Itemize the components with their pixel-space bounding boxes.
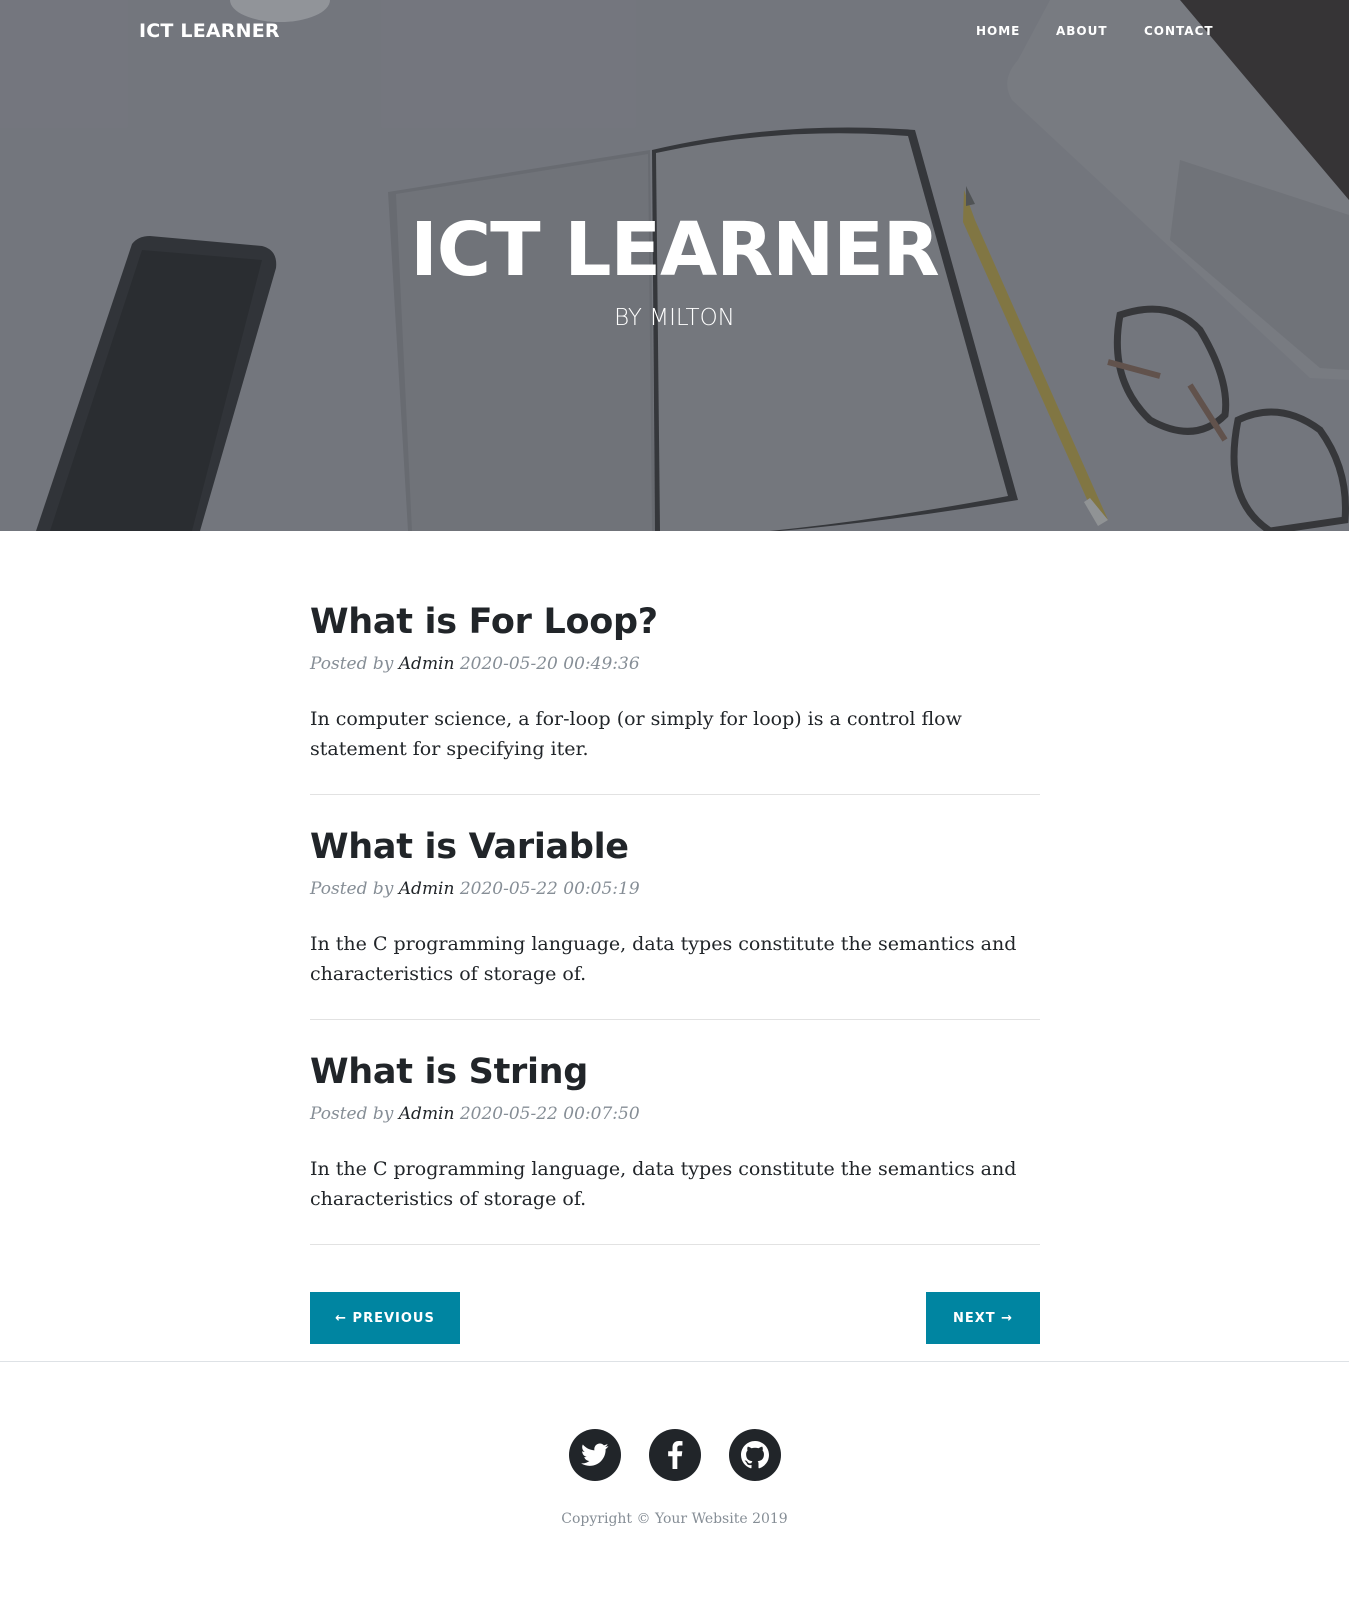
hero-subtitle: BY MILTON <box>614 305 735 331</box>
post-meta-prefix: Posted by <box>310 654 394 674</box>
social-links <box>0 1429 1349 1481</box>
post-divider <box>310 1019 1040 1020</box>
post-meta-prefix: Posted by <box>310 879 394 899</box>
post-excerpt: In computer science, a for-loop (or simp… <box>310 708 962 760</box>
post-excerpt: In the C programming language, data type… <box>310 933 1017 985</box>
post-divider <box>310 794 1040 795</box>
post-preview: What is String Posted by Admin 2020-05-2… <box>310 1050 1040 1214</box>
post-excerpt: In the C programming language, data type… <box>310 1158 1017 1210</box>
hero-title: ICT LEARNER <box>410 207 940 293</box>
previous-button[interactable]: ← PREVIOUS <box>310 1292 460 1344</box>
navbar: ICT LEARNER HOME ABOUT CONTACT <box>0 0 1349 68</box>
nav-link-home[interactable]: HOME <box>976 24 1020 38</box>
twitter-icon <box>581 1443 609 1466</box>
nav-link-contact[interactable]: CONTACT <box>1144 24 1214 38</box>
post-meta-prefix: Posted by <box>310 1104 394 1124</box>
github-icon <box>741 1441 769 1469</box>
post-title-link[interactable]: What is Variable <box>310 825 1040 869</box>
post-meta: Posted by Admin 2020-05-20 00:49:36 <box>310 652 1040 676</box>
facebook-icon <box>668 1441 683 1469</box>
post-divider <box>310 1244 1040 1245</box>
brand-link[interactable]: ICT LEARNER <box>139 20 280 42</box>
copyright-text: Copyright © Your Website 2019 <box>561 1511 788 1527</box>
github-link[interactable] <box>729 1429 781 1481</box>
next-button[interactable]: NEXT → <box>926 1292 1040 1344</box>
hero-header: ICT LEARNER HOME ABOUT CONTACT ICT LEARN… <box>0 0 1349 531</box>
post-title-link[interactable]: What is For Loop? <box>310 600 1040 644</box>
hero-heading: ICT LEARNER BY MILTON <box>0 205 1349 333</box>
post-date: 2020-05-20 00:49:36 <box>459 654 640 674</box>
post-list: What is For Loop? Posted by Admin 2020-0… <box>310 600 1040 1275</box>
post-preview: What is Variable Posted by Admin 2020-05… <box>310 825 1040 989</box>
twitter-link[interactable] <box>569 1429 621 1481</box>
pager: ← PREVIOUS NEXT → <box>310 1292 1040 1344</box>
post-title-link[interactable]: What is String <box>310 1050 1040 1094</box>
post-author-link[interactable]: Admin <box>399 654 455 674</box>
facebook-link[interactable] <box>649 1429 701 1481</box>
post-date: 2020-05-22 00:05:19 <box>459 879 640 899</box>
footer-divider <box>0 1361 1349 1362</box>
post-preview: What is For Loop? Posted by Admin 2020-0… <box>310 600 1040 764</box>
post-author-link[interactable]: Admin <box>399 1104 455 1124</box>
post-meta: Posted by Admin 2020-05-22 00:07:50 <box>310 1102 1040 1126</box>
post-date: 2020-05-22 00:07:50 <box>459 1104 640 1124</box>
post-author-link[interactable]: Admin <box>399 879 455 899</box>
nav-link-about[interactable]: ABOUT <box>1056 24 1108 38</box>
post-meta: Posted by Admin 2020-05-22 00:05:19 <box>310 877 1040 901</box>
